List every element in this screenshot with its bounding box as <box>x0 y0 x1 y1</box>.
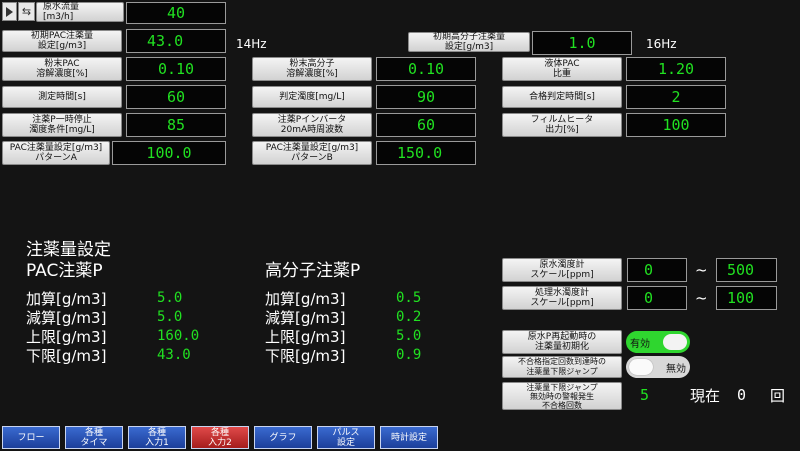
nav-graph-button[interactable]: グラフ <box>254 426 312 449</box>
pac-add-label: 加算[g/m3] <box>26 290 107 308</box>
play-icon <box>6 6 13 17</box>
pac-lower-label: 下限[g/m3] <box>26 347 107 365</box>
pac-sub-value[interactable]: 5.0 <box>157 309 182 325</box>
swap-arrows-icon: ⇆ <box>21 5 32 18</box>
nav-input2-button[interactable]: 各種 入力2 <box>191 426 249 449</box>
polymer-lower-value[interactable]: 0.9 <box>396 347 421 363</box>
jump-label: 不合格指定回数到達時の 注薬量下限ジャンプ <box>502 356 622 378</box>
freq-label-2: 16Hz <box>646 37 677 51</box>
pass-time-label: 合格判定時間[s] <box>502 86 622 108</box>
measure-time-value[interactable]: 60 <box>126 85 226 109</box>
toggle-knob <box>629 359 653 375</box>
treated-scale-max[interactable]: 100 <box>716 286 777 310</box>
restart-init-state: 有効 <box>630 338 650 350</box>
liquid-pac-value[interactable]: 1.20 <box>626 57 726 81</box>
pac-upper-label: 上限[g/m3] <box>26 328 107 346</box>
restart-init-toggle[interactable]: 有効 <box>626 331 690 353</box>
pattern-b-value[interactable]: 150.0 <box>376 141 476 165</box>
pump-stop-label: 注薬P一時停止 濁度条件[mg/L] <box>2 113 122 137</box>
raw-scale-max[interactable]: 500 <box>716 258 777 282</box>
polymer-sub-value[interactable]: 0.2 <box>396 309 421 325</box>
pattern-b-label: PAC注薬量設定[g/m3] パターンB <box>252 141 372 165</box>
inverter-value[interactable]: 60 <box>376 113 476 137</box>
polymer-upper-label: 上限[g/m3] <box>265 328 346 346</box>
pac-add-value[interactable]: 5.0 <box>157 290 182 306</box>
initial-pac-value[interactable]: 43.0 <box>126 29 226 53</box>
dosing-title: 注薬量設定 <box>26 240 111 260</box>
pattern-a-label: PAC注薬量設定[g/m3] パターンA <box>2 141 110 165</box>
current-label: 現在 <box>690 387 721 405</box>
raw-flow-label: 原水流量 [m3/h] <box>36 2 124 22</box>
jump-state: 無効 <box>666 363 686 375</box>
nav-clock-button[interactable]: 時計設定 <box>380 426 438 449</box>
raw-scale-tilde: ~ <box>695 261 708 279</box>
pattern-a-value[interactable]: 100.0 <box>112 141 226 165</box>
film-heater-label: フィルムヒータ 出力[%] <box>502 113 622 137</box>
jump-count-label: 注薬量下限ジャンプ 無効時の警報発生 不合格回数 <box>502 382 622 410</box>
freq-label-1: 14Hz <box>236 37 267 51</box>
initial-polymer-label: 初期高分子注薬量 設定[g/m3] <box>408 32 530 52</box>
pac-pump-title: PAC注薬P <box>26 261 103 281</box>
pac-upper-value[interactable]: 160.0 <box>157 328 199 344</box>
film-heater-value[interactable]: 100 <box>626 113 726 137</box>
polymer-add-label: 加算[g/m3] <box>265 290 346 308</box>
pac-lower-value[interactable]: 43.0 <box>157 347 191 363</box>
toggle-knob <box>663 334 687 350</box>
initial-polymer-value[interactable]: 1.0 <box>532 31 632 55</box>
jump-toggle[interactable]: 無効 <box>626 356 690 378</box>
polymer-lower-label: 下限[g/m3] <box>265 347 346 365</box>
treated-scale-min[interactable]: 0 <box>627 286 687 310</box>
restart-init-label: 原水P再起動時の 注薬量初期化 <box>502 330 622 354</box>
nav-input1-button[interactable]: 各種 入力1 <box>128 426 186 449</box>
current-value: 0 <box>737 386 747 404</box>
initial-pac-label: 初期PAC注薬量 設定[g/m3] <box>2 30 122 52</box>
raw-flow-value[interactable]: 40 <box>126 2 226 24</box>
polymer-sub-label: 減算[g/m3] <box>265 309 346 327</box>
judge-turbidity-value[interactable]: 90 <box>376 85 476 109</box>
raw-scale-min[interactable]: 0 <box>627 258 687 282</box>
polymer-add-value[interactable]: 0.5 <box>396 290 421 306</box>
measure-time-label: 測定時間[s] <box>2 86 122 108</box>
pac-sub-label: 減算[g/m3] <box>26 309 107 327</box>
times-label: 回 <box>770 387 786 405</box>
pass-time-value[interactable]: 2 <box>626 85 726 109</box>
judge-turbidity-label: 判定濁度[mg/L] <box>252 86 372 108</box>
treated-turbidity-scale-label: 処理水濁度計 スケール[ppm] <box>502 286 622 310</box>
swap-button[interactable]: ⇆ <box>18 2 35 21</box>
nav-timers-button[interactable]: 各種 タイマ <box>65 426 123 449</box>
nav-pulse-button[interactable]: パルス 設定 <box>317 426 375 449</box>
raw-turbidity-scale-label: 原水濁度計 スケール[ppm] <box>502 258 622 282</box>
polymer-pump-title: 高分子注薬P <box>265 261 361 281</box>
powder-polymer-label: 粉末高分子 溶解濃度[%] <box>252 57 372 81</box>
liquid-pac-label: 液体PAC 比重 <box>502 57 622 81</box>
powder-pac-label: 粉末PAC 溶解濃度[%] <box>2 57 122 81</box>
treated-scale-tilde: ~ <box>695 289 708 307</box>
jump-count-value[interactable]: 5 <box>640 386 649 404</box>
powder-polymer-value[interactable]: 0.10 <box>376 57 476 81</box>
polymer-upper-value[interactable]: 5.0 <box>396 328 421 344</box>
powder-pac-value[interactable]: 0.10 <box>126 57 226 81</box>
inverter-label: 注薬Pインバータ 20mA時周波数 <box>252 113 372 137</box>
nav-flow-button[interactable]: フロー <box>2 426 60 449</box>
play-button[interactable] <box>2 2 17 21</box>
pump-stop-value[interactable]: 85 <box>126 113 226 137</box>
